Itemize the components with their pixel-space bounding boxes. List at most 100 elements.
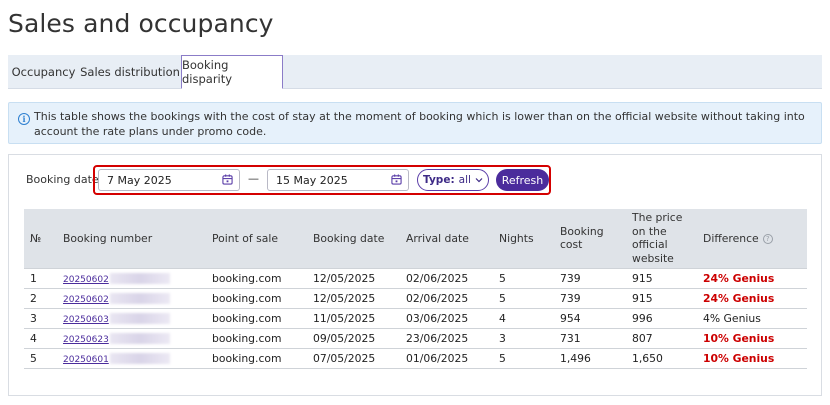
difference-value: 24% Genius (703, 291, 775, 305)
redacted-booking-suffix (109, 313, 170, 324)
cell-booking-number: 20250603 (57, 308, 206, 329)
cell-point-of-sale: booking.com (206, 348, 307, 369)
booking-cost-value: 954 (560, 311, 581, 325)
cell-difference: 24% Genius (697, 288, 807, 309)
difference-value: 24% Genius (703, 271, 775, 285)
arrival-date-value: 02/06/2025 (406, 291, 469, 305)
arrival-date-value: 01/06/2025 (406, 351, 469, 365)
num-value: 3 (30, 311, 37, 325)
cell-point-of-sale: booking.com (206, 328, 307, 349)
cell-booking-cost: 954 (554, 308, 626, 329)
cell-official-price: 1,650 (626, 348, 697, 369)
redacted-booking-suffix (109, 273, 170, 284)
arrival-date-value: 23/06/2025 (406, 331, 469, 345)
table-row: 4 20250623 booking.com 09/05/2025 23/06/2025… (24, 328, 807, 349)
cell-point-of-sale: booking.com (206, 288, 307, 309)
table-row: 2 20250602 booking.com 12/05/2025 02/06/2025… (24, 288, 807, 309)
table-row: 5 20250601 booking.com 07/05/2025 01/06/2025… (24, 348, 807, 369)
cell-nights: 3 (493, 328, 554, 349)
cell-point-of-sale: booking.com (206, 267, 307, 289)
tab-booking-disparity[interactable]: Booking disparity (181, 55, 283, 89)
cell-official-price: 915 (626, 267, 697, 289)
cell-point-of-sale: booking.com (206, 308, 307, 329)
nights-value: 5 (499, 291, 506, 305)
col-header-booking-number: Booking number (63, 231, 153, 245)
official-price-value: 807 (632, 331, 653, 345)
col-header-nights: Nights (499, 231, 534, 245)
booking-disparity-table: № Booking number Point of sale Booking d… (24, 209, 807, 369)
nights-value: 5 (499, 351, 506, 365)
booking-cost-value: 731 (560, 331, 581, 345)
num-value: 5 (30, 351, 37, 365)
col-header-arrival-date: Arrival date (406, 231, 469, 245)
table-row: 1 20250602 booking.com 12/05/2025 02/06/2025… (24, 267, 807, 289)
cell-nights: 5 (493, 348, 554, 369)
cell-booking-date: 12/05/2025 (307, 288, 400, 309)
cell-booking-date: 12/05/2025 (307, 267, 400, 289)
cell-arrival-date: 01/06/2025 (400, 348, 493, 369)
date-from-input[interactable]: 7 May 2025 (98, 169, 240, 191)
cell-booking-cost: 731 (554, 328, 626, 349)
cell-num: 2 (24, 288, 57, 309)
date-to-input[interactable]: 15 May 2025 (267, 169, 409, 191)
cell-arrival-date: 23/06/2025 (400, 328, 493, 349)
cell-nights: 5 (493, 267, 554, 289)
chevron-down-icon (475, 178, 483, 183)
table-header-row: № Booking number Point of sale Booking d… (24, 209, 807, 268)
nights-value: 4 (499, 311, 506, 325)
booking-date-value: 12/05/2025 (313, 291, 376, 305)
cell-num: 5 (24, 348, 57, 369)
type-filter-label: Type: (423, 174, 455, 186)
cell-num: 3 (24, 308, 57, 329)
cell-booking-date: 07/05/2025 (307, 348, 400, 369)
booking-cost-value: 739 (560, 271, 581, 285)
col-header-booking-date: Booking date (313, 231, 385, 245)
col-header-num: № (30, 231, 42, 245)
calendar-icon[interactable] (222, 174, 233, 185)
info-banner: i This table shows the bookings with the… (8, 102, 822, 144)
cell-arrival-date: 02/06/2025 (400, 288, 493, 309)
cell-nights: 5 (493, 288, 554, 309)
booking-number-link[interactable]: 20250602 (63, 295, 109, 305)
cell-num: 4 (24, 328, 57, 349)
cell-arrival-date: 03/06/2025 (400, 308, 493, 329)
booking-cost-value: 1,496 (560, 351, 591, 365)
point-of-sale-value: booking.com (212, 271, 282, 285)
booking-number-link[interactable]: 20250602 (63, 275, 109, 285)
booking-number-link[interactable]: 20250601 (63, 355, 109, 365)
help-icon[interactable]: ? (762, 233, 773, 244)
redacted-booking-suffix (109, 293, 170, 304)
tab-occupancy[interactable]: Occupancy (8, 55, 79, 89)
date-to-value: 15 May 2025 (276, 173, 348, 187)
nights-value: 5 (499, 271, 506, 285)
info-icon: i (18, 113, 30, 125)
type-filter-dropdown[interactable]: Type: all (417, 169, 489, 191)
official-price-value: 915 (632, 271, 653, 285)
tab-sales-distribution[interactable]: Sales distribution (79, 55, 181, 89)
cell-num: 1 (24, 267, 57, 289)
calendar-icon[interactable] (391, 174, 402, 185)
nights-value: 3 (499, 331, 506, 345)
cell-booking-number: 20250602 (57, 267, 206, 289)
col-header-official-price: The price on the official website (632, 211, 683, 265)
refresh-button[interactable]: Refresh (496, 169, 549, 191)
num-value: 4 (30, 331, 37, 345)
page-title: Sales and occupancy (8, 9, 274, 38)
difference-value: 10% Genius (703, 331, 775, 345)
point-of-sale-value: booking.com (212, 311, 282, 325)
booking-number-link[interactable]: 20250623 (63, 335, 109, 345)
cell-difference: 10% Genius (697, 348, 807, 369)
cell-booking-cost: 739 (554, 267, 626, 289)
cell-difference: 10% Genius (697, 328, 807, 349)
point-of-sale-value: booking.com (212, 351, 282, 365)
table-row: 3 20250603 booking.com 11/05/2025 03/06/2025… (24, 308, 807, 329)
type-filter-value: all (458, 174, 471, 186)
arrival-date-value: 02/06/2025 (406, 271, 469, 285)
booking-number-link[interactable]: 20250603 (63, 315, 109, 325)
cell-booking-date: 09/05/2025 (307, 328, 400, 349)
cell-booking-number: 20250602 (57, 288, 206, 309)
tabs-bar: Occupancy Sales distribution Booking dis… (8, 55, 822, 89)
booking-date-value: 11/05/2025 (313, 311, 376, 325)
num-value: 2 (30, 291, 37, 305)
cell-booking-cost: 739 (554, 288, 626, 309)
